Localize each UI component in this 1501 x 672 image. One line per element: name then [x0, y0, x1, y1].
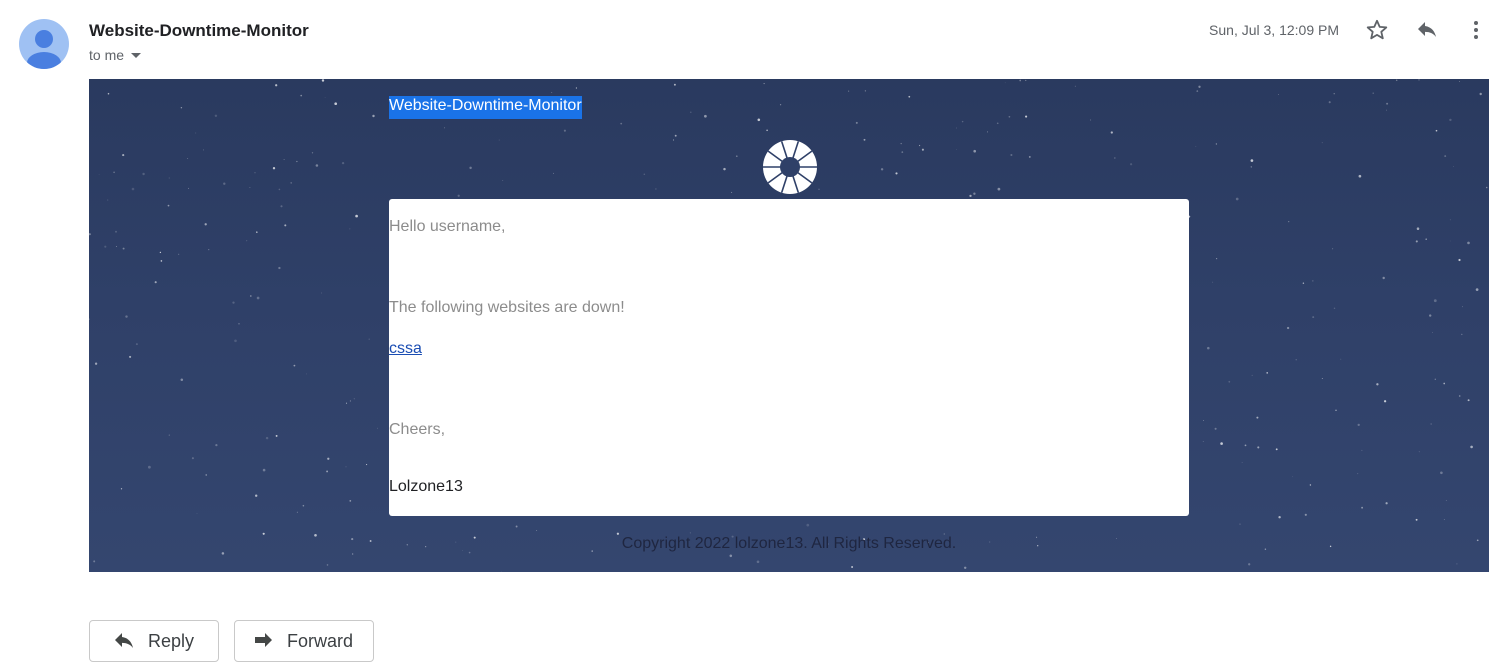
header-reply-button[interactable] [1413, 16, 1441, 44]
more-options-button[interactable] [1462, 16, 1490, 44]
reply-label: Reply [148, 630, 195, 651]
star-button[interactable] [1363, 16, 1391, 44]
email-title: Website-Downtime-Monitor [389, 96, 582, 119]
reply-icon [115, 633, 133, 648]
recipient-label: to me [89, 47, 125, 63]
wheel-logo-icon [763, 140, 817, 194]
more-vertical-icon [1474, 21, 1478, 39]
sender-avatar[interactable] [19, 19, 69, 69]
greeting-text: Hello username, [389, 218, 506, 235]
star-icon [1366, 19, 1388, 40]
email-banner: Website-Downtime-Monitor Hello username,… [89, 79, 1489, 572]
reply-button[interactable]: Reply [89, 620, 219, 662]
forward-label: Forward [287, 630, 354, 651]
caret-down-icon [131, 53, 142, 58]
message-card: Hello username, The following websites a… [389, 199, 1189, 516]
signature-text: Lolzone13 [389, 478, 463, 495]
message-date: Sun, Jul 3, 12:09 PM [1209, 22, 1339, 38]
forward-icon [255, 633, 272, 647]
person-avatar-icon [27, 30, 61, 69]
recipient-details-toggle[interactable]: to me [89, 47, 142, 63]
forward-button[interactable]: Forward [234, 620, 374, 662]
down-site-link[interactable]: cssa [389, 340, 422, 358]
down-message-text: The following websites are down! [389, 299, 625, 316]
closing-text: Cheers, [389, 421, 446, 438]
email-view: Website-Downtime-Monitor to me Sun, Jul … [0, 0, 1501, 672]
sender-name: Website-Downtime-Monitor [89, 21, 309, 40]
reply-icon [1418, 22, 1436, 37]
copyright-text: Copyright 2022 lolzone13. All Rights Res… [621, 535, 957, 552]
